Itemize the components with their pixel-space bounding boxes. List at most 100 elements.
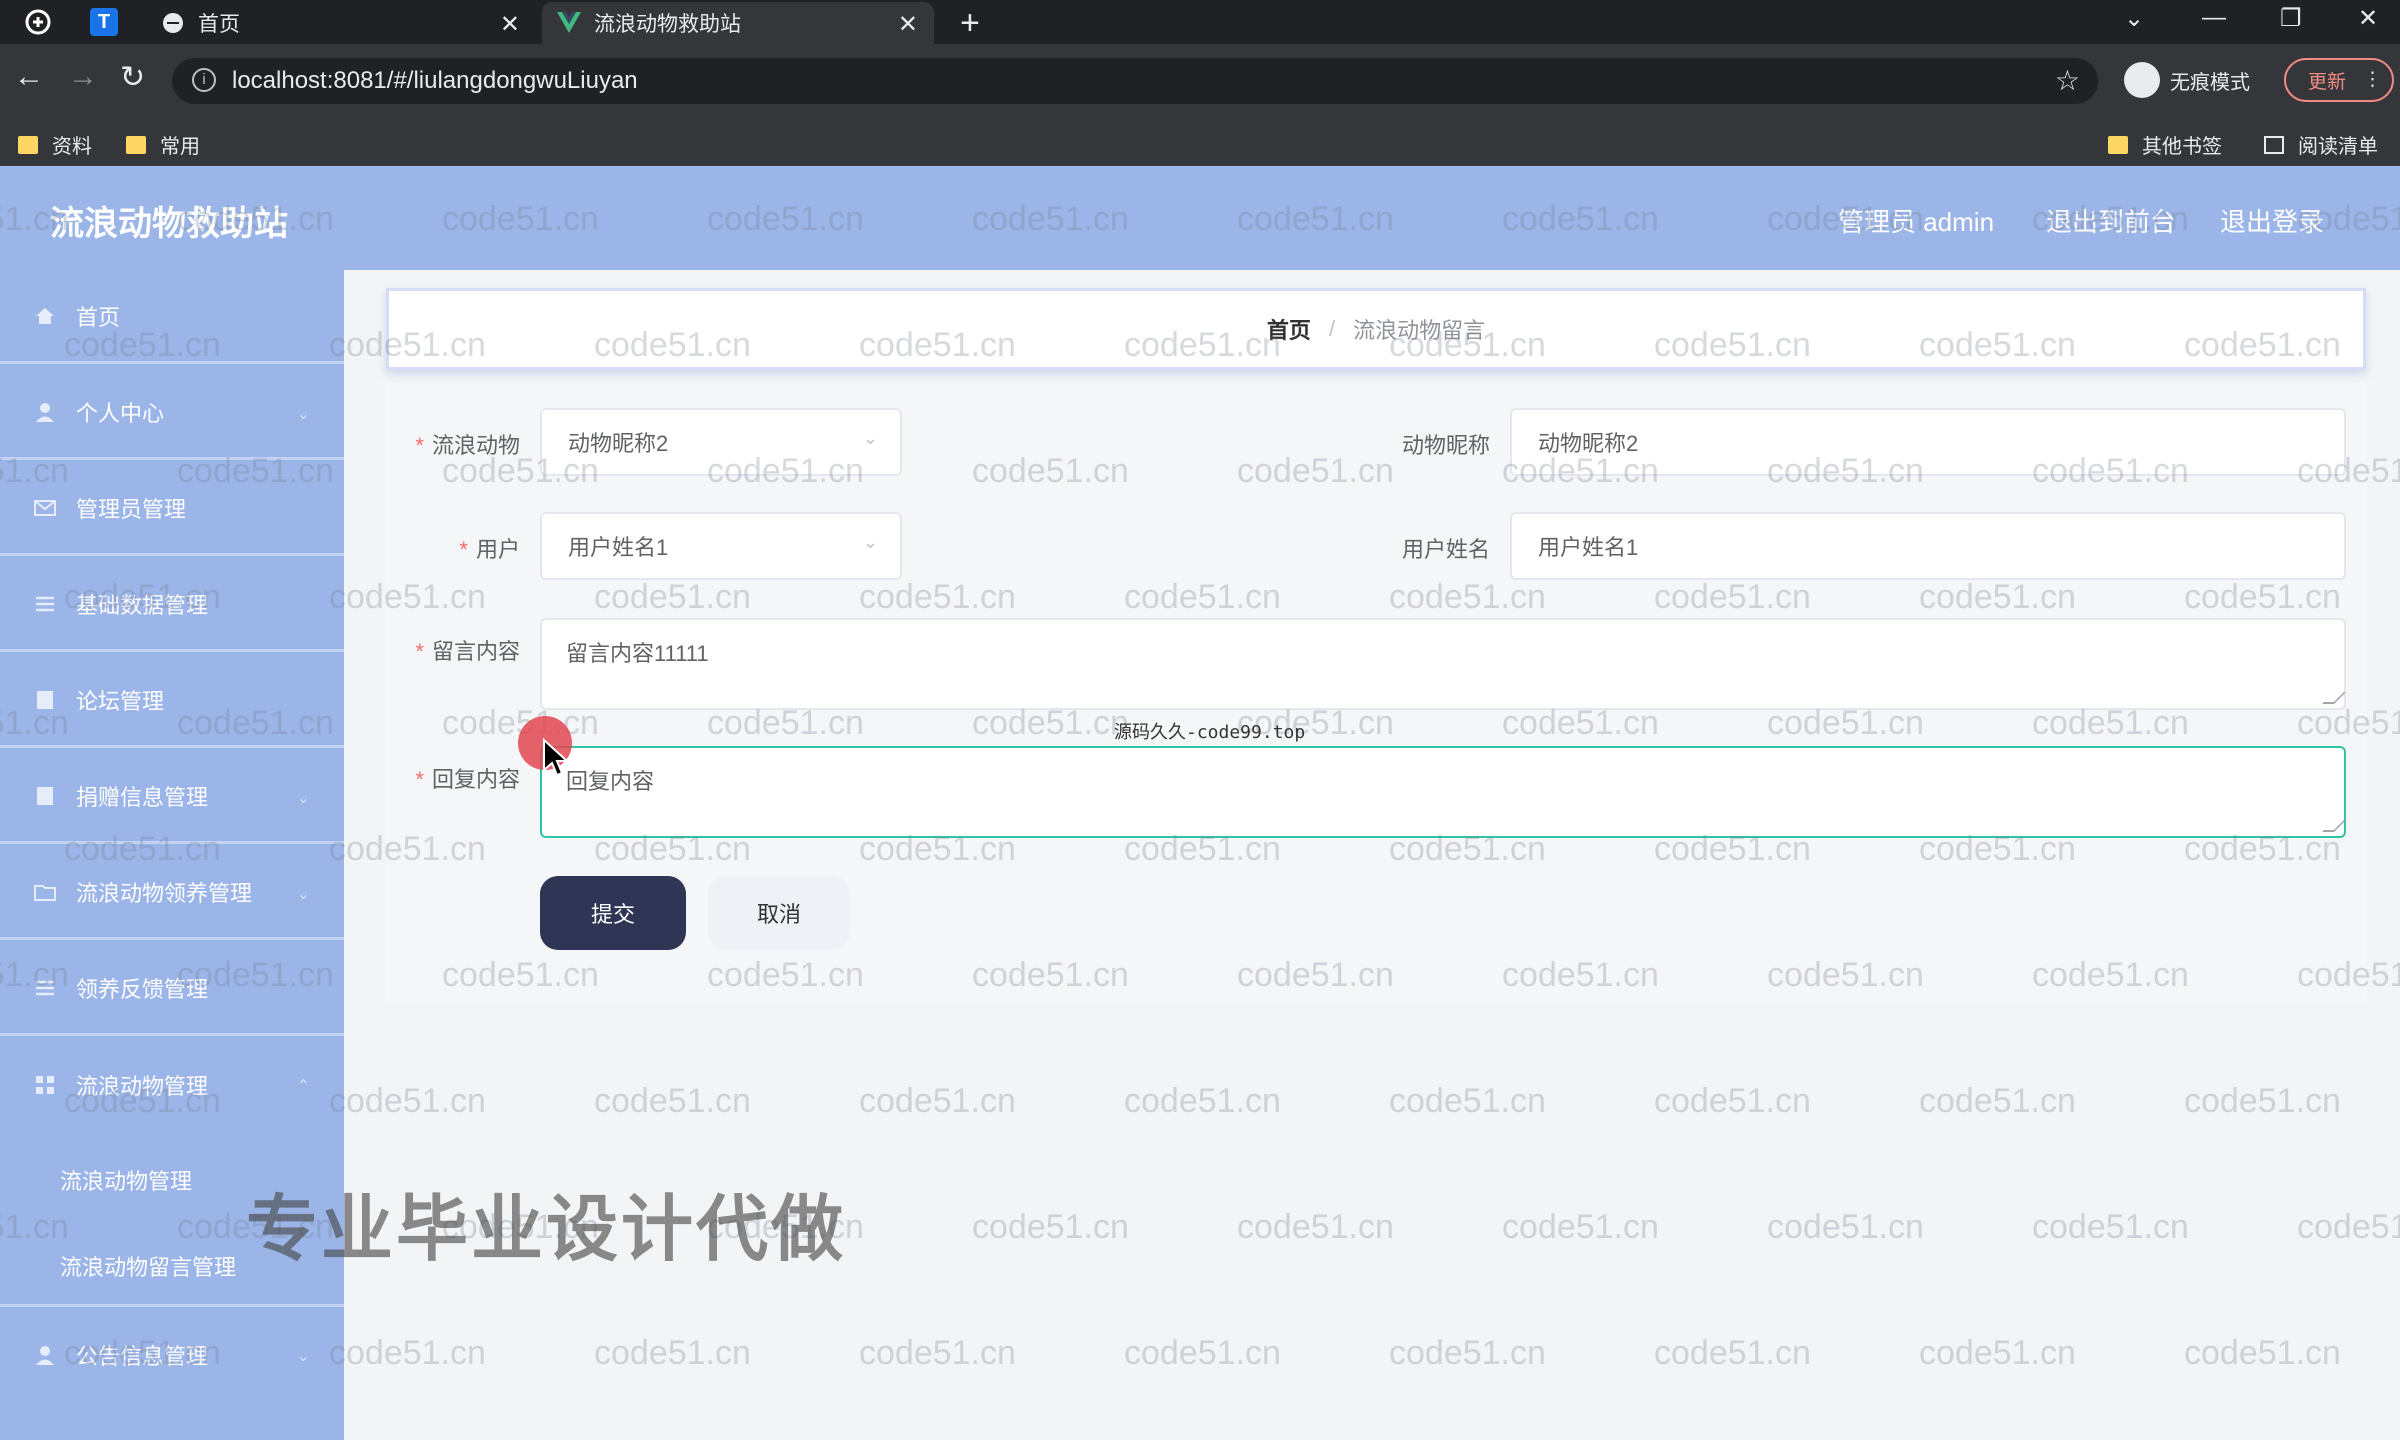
tab-close-icon[interactable]: ✕ <box>898 10 918 39</box>
folder-icon <box>34 881 56 903</box>
watermark-text: code51.cn <box>2032 1208 2189 1246</box>
sidebar-item-home[interactable]: 首页 <box>0 270 344 364</box>
back-to-front-link[interactable]: 退出到前台 <box>2046 202 2176 239</box>
animal-select[interactable]: 动物昵称2 ⌄ <box>540 408 902 476</box>
watermark-text: code51.cn <box>972 1208 1129 1246</box>
user-select[interactable]: 用户姓名1 ⌄ <box>540 512 902 580</box>
breadcrumb-home[interactable]: 首页 <box>1267 313 1311 345</box>
watermark-text: code51.cn <box>2184 1082 2341 1120</box>
restore-icon[interactable]: ❐ <box>2280 4 2302 33</box>
bookmark-star-icon[interactable]: ☆ <box>2055 64 2080 97</box>
watermark-text: code51.cn <box>1919 1334 2076 1372</box>
url-field[interactable]: i localhost:8081/#/liulangdongwuLiuyan ☆ <box>172 58 2098 104</box>
sidebar-item-label: 管理员管理 <box>76 496 187 522</box>
bookmark-folder-changyong[interactable]: 常用 <box>126 130 200 159</box>
user-label-text: 用户 <box>475 537 520 562</box>
watermark-text: code51.cn <box>1654 1082 1811 1120</box>
list-icon <box>34 593 56 615</box>
message-textarea[interactable]: 留言内容11111 <box>540 618 2346 710</box>
home-icon <box>34 305 56 327</box>
app-header: 流浪动物救助站 管理员 admin 退出到前台 退出登录 <box>0 166 2400 270</box>
bookmark-other[interactable]: 其他书签 <box>2108 130 2222 159</box>
animal-nick-field[interactable]: 动物昵称2 <box>1510 408 2346 476</box>
tab-close-icon[interactable]: ✕ <box>500 10 520 39</box>
tab-title: 首页 <box>198 13 240 36</box>
update-label: 更新 <box>2308 71 2347 93</box>
forward-icon[interactable]: → <box>68 60 98 94</box>
sidebar-item-label: 流浪动物领养管理 <box>76 880 253 906</box>
user-label: * 用户 <box>459 537 520 562</box>
bookmark-label: 资料 <box>52 136 92 158</box>
reload-icon[interactable]: ↻ <box>120 60 145 95</box>
sidebar-item-notice[interactable]: 公告信息管理 ⌄ <box>0 1308 344 1402</box>
watermark-text: code51.cn <box>1767 1208 1924 1246</box>
animal-label-text: 流浪动物 <box>431 433 520 458</box>
reply-textarea[interactable]: 回复内容 <box>540 746 2346 838</box>
site-info-icon[interactable]: i <box>192 68 216 92</box>
user-icon <box>34 401 56 423</box>
breadcrumb-separator: / <box>1328 316 1336 341</box>
sidebar-item-donation[interactable]: 捐赠信息管理 ⌄ <box>0 750 344 844</box>
cancel-button[interactable]: 取消 <box>708 876 850 950</box>
sidebar-item-label: 首页 <box>76 304 121 330</box>
sidebar-item-feedback[interactable]: 领养反馈管理 <box>0 942 344 1036</box>
bookmark-label: 其他书签 <box>2142 136 2222 158</box>
list-icon <box>34 977 56 999</box>
sidebar-item-label: 论坛管理 <box>76 688 165 714</box>
watermark-text: code51.cn <box>329 1334 486 1372</box>
update-button[interactable]: 更新 ⋮ <box>2284 58 2394 102</box>
sidebar-item-animals[interactable]: 流浪动物管理 ⌃ <box>0 1038 344 1132</box>
new-tab-icon[interactable]: + <box>960 4 980 43</box>
sidebar-item-admin[interactable]: 管理员管理 <box>0 462 344 556</box>
message-label-text: 留言内容 <box>431 639 520 664</box>
animal-nick-value: 动物昵称2 <box>1538 431 1639 456</box>
vue-icon <box>556 10 582 36</box>
reading-list[interactable]: 阅读清单 <box>2264 130 2378 159</box>
bookmark-folder-ziliao[interactable]: 资料 <box>18 130 92 159</box>
logout-link[interactable]: 退出登录 <box>2220 202 2324 239</box>
watermark-big: 专业毕业设计代做 <box>246 1190 847 1270</box>
chevron-down-icon: ⌄ <box>296 886 310 903</box>
sidebar-item-label: 个人中心 <box>76 400 165 426</box>
chevron-down-icon: ⌄ <box>296 406 310 423</box>
back-icon[interactable]: ← <box>14 60 44 94</box>
watermark-text: code51.cn <box>1389 1082 1546 1120</box>
bookmark-label: 常用 <box>160 136 200 158</box>
animal-label: * 流浪动物 <box>415 433 520 458</box>
incognito-icon <box>2124 62 2160 98</box>
sidebar-item-basedata[interactable]: 基础数据管理 <box>0 558 344 652</box>
tab-search-icon[interactable]: ⌄ <box>2124 4 2144 33</box>
chevron-down-icon: ⌄ <box>862 532 878 552</box>
watermark-mid: 源码久久-code99.top <box>1114 722 1306 743</box>
browser-menu-icon[interactable] <box>24 8 52 36</box>
watermark-text: code51.cn <box>1919 1082 2076 1120</box>
sidebar-item-adoption[interactable]: 流浪动物领养管理 ⌄ <box>0 846 344 940</box>
incognito-indicator[interactable]: 无痕模式 <box>2124 62 2250 98</box>
watermark-text: code51.cn <box>1389 1334 1546 1372</box>
tab-home[interactable]: 首页 ✕ <box>146 2 536 44</box>
submit-button[interactable]: 提交 <box>540 876 686 950</box>
chevron-up-icon: ⌃ <box>296 1078 310 1095</box>
folder-icon <box>126 135 146 154</box>
user-name-field[interactable]: 用户姓名1 <box>1510 512 2346 580</box>
resize-handle[interactable] <box>2322 820 2346 832</box>
browser-tabbar: T 首页 ✕ 流浪动物救助站 ✕ + ⌄ — ❐ ✕ <box>0 0 2400 44</box>
reply-placeholder: 回复内容 <box>566 769 655 794</box>
watermark-text: code51.cn <box>594 1334 751 1372</box>
sidebar-item-label: 基础数据管理 <box>76 592 209 618</box>
incognito-label: 无痕模式 <box>2170 71 2250 94</box>
reading-list-icon <box>2264 135 2284 154</box>
watermark-text: code51.cn <box>1654 1334 1811 1372</box>
close-window-icon[interactable]: ✕ <box>2358 4 2378 33</box>
sidebar-item-forum[interactable]: 论坛管理 <box>0 654 344 748</box>
more-menu-icon[interactable]: ⋮ <box>2363 68 2382 91</box>
url-text: localhost:8081/#/liulangdongwuLiuyan <box>232 67 638 94</box>
watermark-text: code51.cn <box>1502 1208 1659 1246</box>
minimize-icon[interactable]: — <box>2202 4 2226 32</box>
resize-handle[interactable] <box>2322 692 2346 704</box>
user-icon <box>34 1344 56 1366</box>
pinned-tab-icon[interactable]: T <box>90 8 118 36</box>
watermark-text: code51.cn <box>1124 1334 1281 1372</box>
tab-rescue[interactable]: 流浪动物救助站 ✕ <box>542 2 934 44</box>
sidebar-item-profile[interactable]: 个人中心 ⌄ <box>0 366 344 460</box>
